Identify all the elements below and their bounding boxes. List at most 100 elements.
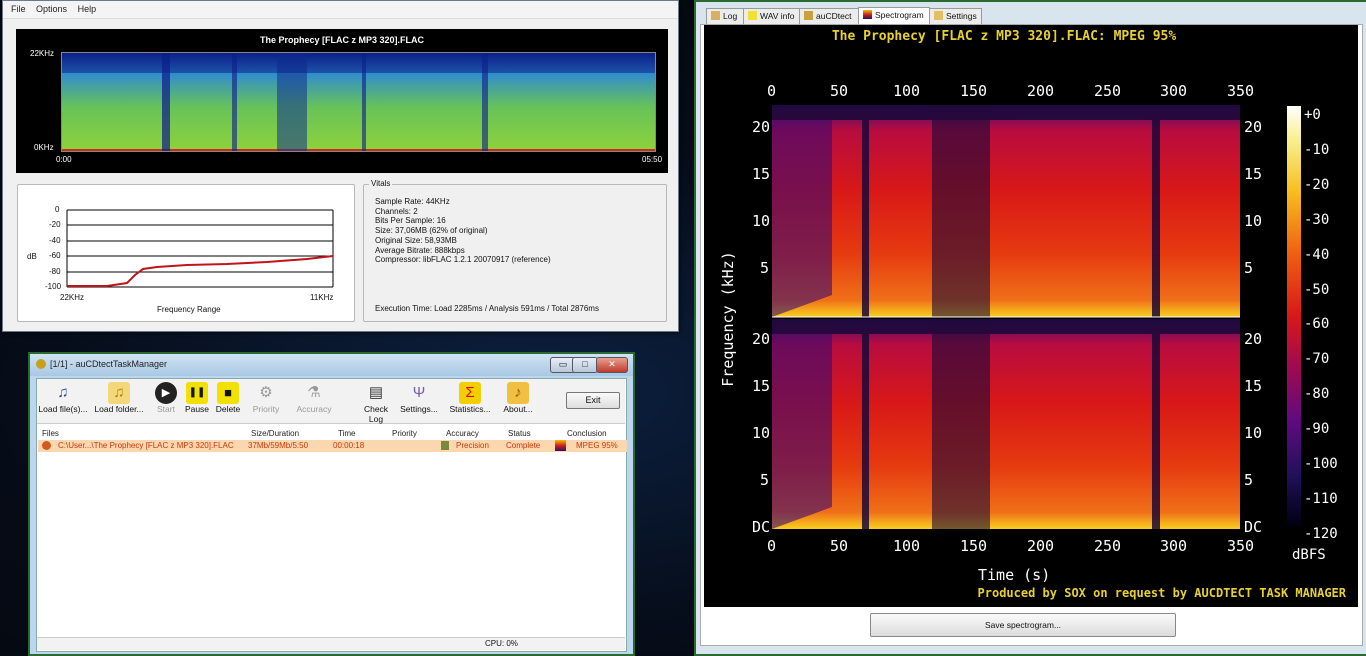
execution-time: Execution Time: Load 2285ms / Analysis 5… — [375, 304, 599, 313]
tab-log[interactable]: Log — [706, 8, 744, 25]
tab-settings-label: Settings — [946, 11, 977, 21]
microscope-icon: ⚗ — [307, 384, 321, 401]
start-button[interactable]: ▶ Start — [152, 382, 180, 422]
play-icon: ▶ — [155, 382, 177, 404]
db-tick-20: -20 — [49, 220, 61, 229]
x-tick-bot-250: 250 — [1094, 537, 1122, 555]
table-row[interactable]: C:\User...\The Prophecy [FLAC z MP3 320]… — [38, 440, 627, 452]
tuning-fork-icon: Ψ — [412, 384, 426, 401]
freq-range-label: Frequency Range — [157, 305, 221, 314]
row-status: Complete — [506, 441, 541, 450]
about-button[interactable]: ♪ About... — [500, 382, 536, 422]
microscope-icon — [441, 441, 449, 450]
y-tick-right-bot-5: 5 — [1244, 471, 1254, 489]
cb-tick-10: -10 — [1304, 141, 1330, 158]
cb-tick-90: -90 — [1304, 421, 1330, 438]
cb-tick-50: -50 — [1304, 281, 1330, 298]
vital-sample-rate: Sample Rate: 44KHz — [375, 197, 450, 206]
column-size-duration[interactable]: Size/Duration — [251, 429, 299, 440]
column-files[interactable]: Files — [42, 429, 59, 440]
exit-button[interactable]: Exit — [566, 392, 620, 409]
y-tick-right-15: 15 — [1244, 165, 1263, 183]
settings-label: Settings... — [400, 404, 438, 414]
priority-button[interactable]: ⚙ Priority — [246, 382, 286, 422]
menu-options[interactable]: Options — [36, 1, 67, 18]
column-status[interactable]: Status — [508, 429, 531, 440]
app-icon — [36, 359, 46, 369]
db-tick-40: -40 — [49, 236, 61, 245]
spectrogram-heading: The Prophecy [FLAC z MP3 320].FLAC: MPEG… — [831, 29, 1177, 44]
load-files-label: Load file(s)... — [38, 404, 88, 414]
settings-button[interactable]: Ψ Settings... — [398, 382, 440, 422]
vital-original-size: Original Size: 58,93MB — [375, 235, 457, 245]
y-tick-bot-dc: DC — [752, 518, 771, 536]
vital-size: Size: 37,06MB (62% of original) — [375, 226, 488, 236]
tab-aucdtect[interactable]: auCDtect — [799, 8, 859, 25]
tab-wav-info[interactable]: WAV info — [743, 8, 800, 25]
vitals-list: Sample Rate: 44KHz Channels: 2 Bits Per … — [375, 197, 551, 265]
pause-label: Pause — [184, 404, 210, 414]
log-tab-icon — [711, 11, 720, 20]
delete-label: Delete — [215, 404, 241, 414]
about-icon: ♪ — [507, 382, 529, 404]
vital-channels: Channels: 2 — [375, 206, 418, 216]
row-file: C:\User...\The Prophecy [FLAC z MP3 320]… — [58, 441, 234, 450]
sigma-icon: Σ — [459, 382, 481, 404]
load-folder-button[interactable]: ♫ Load folder... — [92, 382, 146, 422]
cpu-usage: CPU: 0% — [485, 639, 518, 648]
y-tick-bot-20: 20 — [752, 330, 771, 348]
cb-tick-0: +0 — [1304, 107, 1321, 123]
statistics-button[interactable]: Σ Statistics... — [448, 382, 492, 422]
y-tick-top-5: 5 — [760, 259, 770, 277]
save-spectrogram-button[interactable]: Save spectrogram... — [870, 613, 1176, 637]
menu-help[interactable]: Help — [78, 1, 97, 18]
x-tick-top-150: 150 — [960, 82, 988, 100]
colorbar — [1287, 106, 1301, 526]
menu-file[interactable]: File — [11, 1, 26, 18]
spectrogram-gaps — [62, 53, 655, 151]
column-conclusion[interactable]: Conclusion — [567, 429, 607, 440]
task-manager-titlebar[interactable]: [1/1] - auCDtectTaskManager ▭ □ ✕ — [30, 354, 633, 376]
vital-bits: Bits Per Sample: 16 — [375, 216, 446, 226]
x-tick-bot-0: 0 — [767, 537, 777, 555]
close-button[interactable]: ✕ — [596, 357, 628, 373]
maximize-button[interactable]: □ — [572, 357, 598, 373]
about-label: About... — [503, 404, 533, 414]
tab-log-label: Log — [723, 11, 738, 21]
check-log-button[interactable]: ▤ Check Log — [356, 382, 396, 424]
y-tick-right-20: 20 — [1244, 118, 1263, 136]
accuracy-button[interactable]: ⚗ Accuracy — [294, 382, 334, 422]
conclusion-icon — [555, 440, 566, 451]
x-tick-top-250: 250 — [1094, 82, 1122, 100]
row-size: 37Mb/59Mb/5:50 — [248, 441, 309, 450]
x-axis-label: Time (s) — [978, 566, 1051, 584]
vitals-title: Vitals — [369, 179, 393, 188]
task-manager-window: [1/1] - auCDtectTaskManager ▭ □ ✕ ♫ Load… — [28, 352, 635, 656]
x-tick-top-100: 100 — [893, 82, 921, 100]
freq-left-label: 22KHz — [60, 293, 85, 302]
column-time[interactable]: Time — [338, 429, 355, 440]
cb-tick-40: -40 — [1304, 246, 1330, 263]
window-title: [1/1] - auCDtectTaskManager — [50, 359, 168, 369]
x-tick-bot-300: 300 — [1160, 537, 1188, 555]
accuracy-label: Accuracy — [296, 404, 332, 414]
y-tick-bot-15: 15 — [752, 377, 771, 395]
pause-button[interactable]: ❚❚ Pause — [182, 382, 212, 422]
pause-icon: ❚❚ — [186, 382, 208, 404]
menu-bar: File Options Help — [3, 1, 678, 19]
x-tick-top-300: 300 — [1160, 82, 1188, 100]
x-tick-top-350: 350 — [1227, 82, 1255, 100]
log-icon: ▤ — [368, 384, 384, 401]
row-time: 00:00:18 — [333, 441, 365, 450]
column-accuracy[interactable]: Accuracy — [446, 429, 479, 440]
folder-music-icon: ♫ — [108, 382, 130, 404]
x-tick-bot-200: 200 — [1027, 537, 1055, 555]
x-tick-top-200: 200 — [1027, 82, 1055, 100]
column-priority[interactable]: Priority — [392, 429, 417, 440]
delete-button[interactable]: ■ Delete — [213, 382, 243, 422]
row-conclusion: MPEG 95% — [576, 441, 618, 450]
load-files-button[interactable]: ♫ Load file(s)... — [38, 382, 88, 422]
y-tick-right-bot-15: 15 — [1244, 377, 1263, 395]
tab-settings[interactable]: Settings — [929, 8, 982, 25]
freq-bottom-label: 0KHz — [34, 143, 54, 152]
